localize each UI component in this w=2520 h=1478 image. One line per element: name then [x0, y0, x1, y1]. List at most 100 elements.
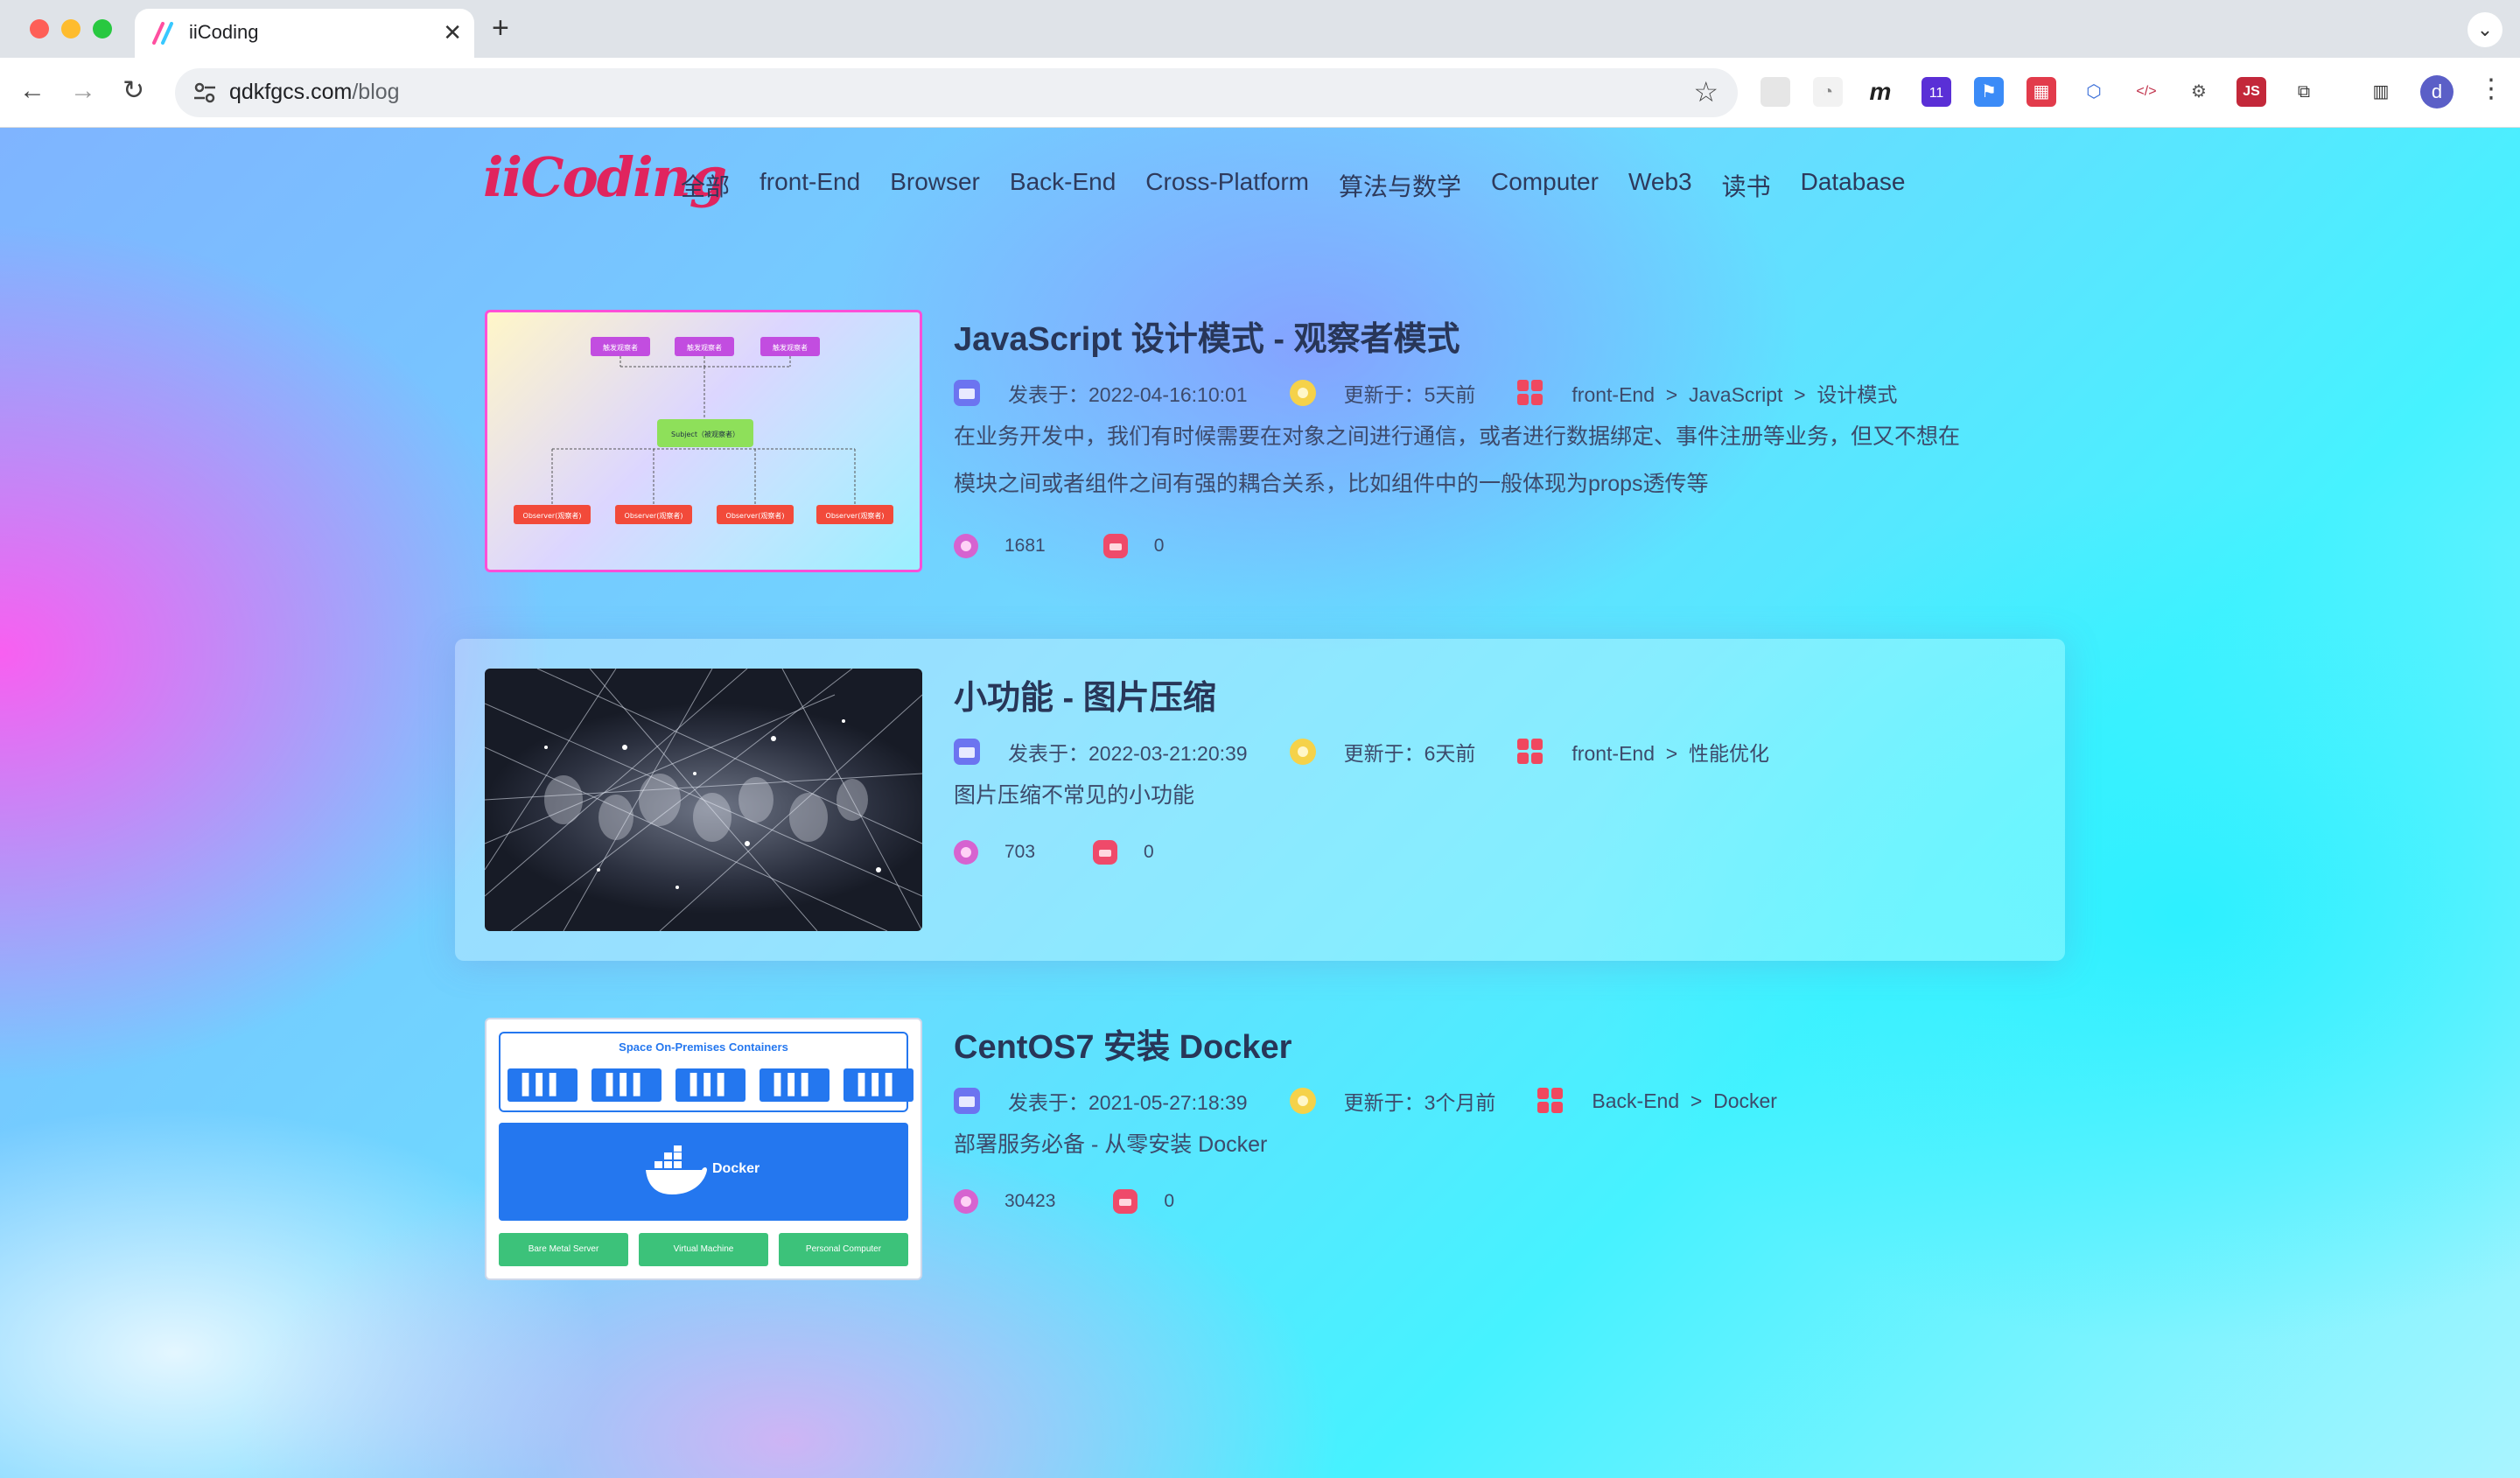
url-host: qdkfgcs.com: [229, 80, 353, 104]
containers-box: Space On-Premises Containers ▌▌▌ ▌▌▌ ▌▌▌…: [499, 1032, 914, 1112]
nav-item-web3[interactable]: Web3: [1628, 168, 1692, 203]
diagram-subject-label: Subject（被观察者）: [671, 430, 739, 438]
post-meta: 发表于：2022-03-21:20:39 更新于：6天前 front-End >…: [954, 737, 1811, 767]
comment-count: 0: [1144, 842, 1154, 862]
comments-icon: [1093, 840, 1118, 865]
nav-item-front-end[interactable]: front-End: [760, 168, 860, 203]
extension-red-grid-icon[interactable]: ▦: [2026, 77, 2056, 107]
post-meta: 发表于：2021-05-27:18:39 更新于：3个月前 Back-End >…: [954, 1086, 1819, 1116]
container-block: ▌▌▌: [676, 1068, 746, 1102]
diagram-observer-label: Observer(观察者): [625, 511, 683, 520]
post-description-line: 部署服务必备 - 从零安装 Docker: [954, 1132, 1268, 1157]
minimize-window-button[interactable]: [61, 19, 80, 39]
post-title[interactable]: JavaScript 设计模式 - 观察者模式: [954, 312, 1460, 360]
extension-js-icon[interactable]: JS: [2236, 77, 2266, 107]
post-description-line: 图片压缩不常见的小功能: [954, 783, 1195, 808]
docker-whale-icon: [646, 1145, 707, 1194]
zoom-window-button[interactable]: [93, 19, 112, 39]
views-icon: [954, 840, 978, 865]
container-row: ▌▌▌ ▌▌▌ ▌▌▌ ▌▌▌ ▌▌▌: [508, 1068, 914, 1102]
nav-item-cross-platform[interactable]: Cross-Platform: [1145, 168, 1309, 203]
browser-tab[interactable]: iiCoding ✕: [135, 9, 474, 58]
close-window-button[interactable]: [30, 19, 49, 39]
post-card[interactable]: Space On-Premises Containers ▌▌▌ ▌▌▌ ▌▌▌…: [455, 988, 2065, 1310]
post-description: 部署服务必备 - 从零安装 Docker: [954, 1121, 2030, 1168]
host-box: Virtual Machine: [639, 1233, 768, 1266]
calendar-icon: [954, 1088, 980, 1114]
category-icon: [1517, 380, 1544, 406]
tab-search-button[interactable]: ⌄: [2468, 12, 2502, 47]
side-panel-icon[interactable]: ▥: [2366, 77, 2396, 107]
clock-icon: [1289, 1088, 1316, 1114]
nav-item-reading[interactable]: 读书: [1722, 168, 1771, 203]
nav-item-back-end[interactable]: Back-End: [1010, 168, 1116, 203]
host-box: Bare Metal Server: [499, 1233, 628, 1266]
post-stats: 30423 0: [954, 1189, 1232, 1214]
post-thumbnail[interactable]: Space On-Premises Containers ▌▌▌ ▌▌▌ ▌▌▌…: [485, 1018, 922, 1280]
docker-label: Docker: [712, 1161, 760, 1176]
site-info-icon[interactable]: [191, 79, 219, 107]
post-stats: 703 0: [954, 840, 1212, 865]
extension-cube-icon[interactable]: ⬡: [2079, 77, 2109, 107]
post-description-line: 在业务开发中，我们有时候需要在对象之间进行通信，或者进行数据绑定、事件注册等业务…: [954, 424, 1961, 449]
nav-item-browser[interactable]: Browser: [890, 168, 980, 203]
nav-item-all[interactable]: 全部: [681, 168, 730, 203]
diagram-observer-label: Observer(观察者): [726, 511, 785, 520]
browser-menu-icon[interactable]: ⋮: [2478, 74, 2504, 104]
calendar-icon: [954, 739, 980, 765]
back-button[interactable]: ←: [19, 74, 46, 109]
category-nav: 全部 front-End Browser Back-End Cross-Plat…: [681, 168, 1905, 203]
nav-item-database[interactable]: Database: [1801, 168, 1906, 203]
host-row: Bare Metal Server Virtual Machine Person…: [499, 1233, 908, 1266]
published-date: 发表于：2021-05-27:18:39: [1008, 1091, 1248, 1114]
category-icon: [1537, 1088, 1564, 1114]
post-thumbnail[interactable]: [485, 669, 922, 931]
views-icon: [954, 1189, 978, 1214]
profile-avatar[interactable]: d: [2420, 75, 2454, 109]
post-title[interactable]: CentOS7 安装 Docker: [954, 1019, 1292, 1068]
category-path[interactable]: front-End > 性能优化: [1572, 737, 1769, 767]
address-bar[interactable]: qdkfgcs.com/blog ☆: [175, 68, 1738, 117]
nav-item-algorithms[interactable]: 算法与数学: [1339, 168, 1461, 203]
post-card[interactable]: 小功能 - 图片压缩 发表于：2022-03-21:20:39 更新于：6天前 …: [455, 639, 2065, 961]
extension-code-icon[interactable]: </>: [2132, 77, 2161, 107]
extensions-puzzle-icon[interactable]: ⧉: [2289, 77, 2319, 107]
nav-item-computer[interactable]: Computer: [1491, 168, 1599, 203]
tab-title: iiCoding: [189, 21, 259, 43]
close-tab-icon[interactable]: ✕: [443, 19, 462, 46]
views-icon: [954, 534, 978, 558]
extension-gear-icon[interactable]: ⚙: [2184, 77, 2214, 107]
url-text[interactable]: qdkfgcs.com/blog: [229, 80, 400, 105]
extension-grid-icon[interactable]: [1760, 77, 1790, 107]
extension-translate-icon[interactable]: ⚑: [1974, 77, 2004, 107]
category-path[interactable]: front-End > JavaScript > 设计模式: [1572, 378, 1897, 408]
container-block: ▌▌▌: [844, 1068, 914, 1102]
host-box: Personal Computer: [779, 1233, 908, 1266]
published-date: 发表于：2022-03-21:20:39: [1008, 742, 1248, 765]
bookmark-star-icon[interactable]: ☆: [1693, 75, 1718, 109]
extension-m-icon[interactable]: m: [1866, 77, 1895, 107]
extension-badge-icon[interactable]: 11: [1922, 77, 1951, 107]
containers-header: Space On-Premises Containers: [619, 1040, 788, 1054]
diagram-observer-label: Observer(观察者): [523, 511, 582, 520]
diagram-trigger-label: 触发观察者: [773, 343, 808, 352]
comments-icon: [1113, 1189, 1138, 1214]
diagram-trigger-label: 触发观察者: [603, 343, 638, 352]
reload-button[interactable]: ↻: [122, 74, 144, 109]
browser-toolbar: ← → ↻ qdkfgcs.com/blog ☆ ◔ m 11 ⚑ ▦ ⬡ </…: [0, 58, 2520, 128]
post-thumbnail[interactable]: 触发观察者 触发观察者 触发观察者 Subject（被观察者） Observer…: [485, 310, 922, 572]
new-tab-button[interactable]: +: [492, 11, 509, 46]
comment-count: 0: [1153, 536, 1165, 556]
view-count: 1681: [1004, 536, 1046, 556]
browser-tabbar: iiCoding ✕ + ⌄: [0, 0, 2520, 58]
extension-face-icon[interactable]: ◔: [1813, 77, 1843, 107]
post-title[interactable]: 小功能 - 图片压缩: [954, 670, 1216, 718]
container-block: ▌▌▌: [760, 1068, 830, 1102]
published-date: 发表于：2022-04-16:10:01: [1008, 383, 1248, 406]
network-image: [485, 669, 922, 931]
view-count: 30423: [1004, 1191, 1056, 1211]
category-path[interactable]: Back-End > Docker: [1592, 1089, 1777, 1113]
post-card[interactable]: 触发观察者 触发观察者 触发观察者 Subject（被观察者） Observer…: [455, 280, 2065, 602]
forward-button[interactable]: →: [70, 74, 96, 109]
diagram-trigger-label: 触发观察者: [687, 343, 722, 352]
